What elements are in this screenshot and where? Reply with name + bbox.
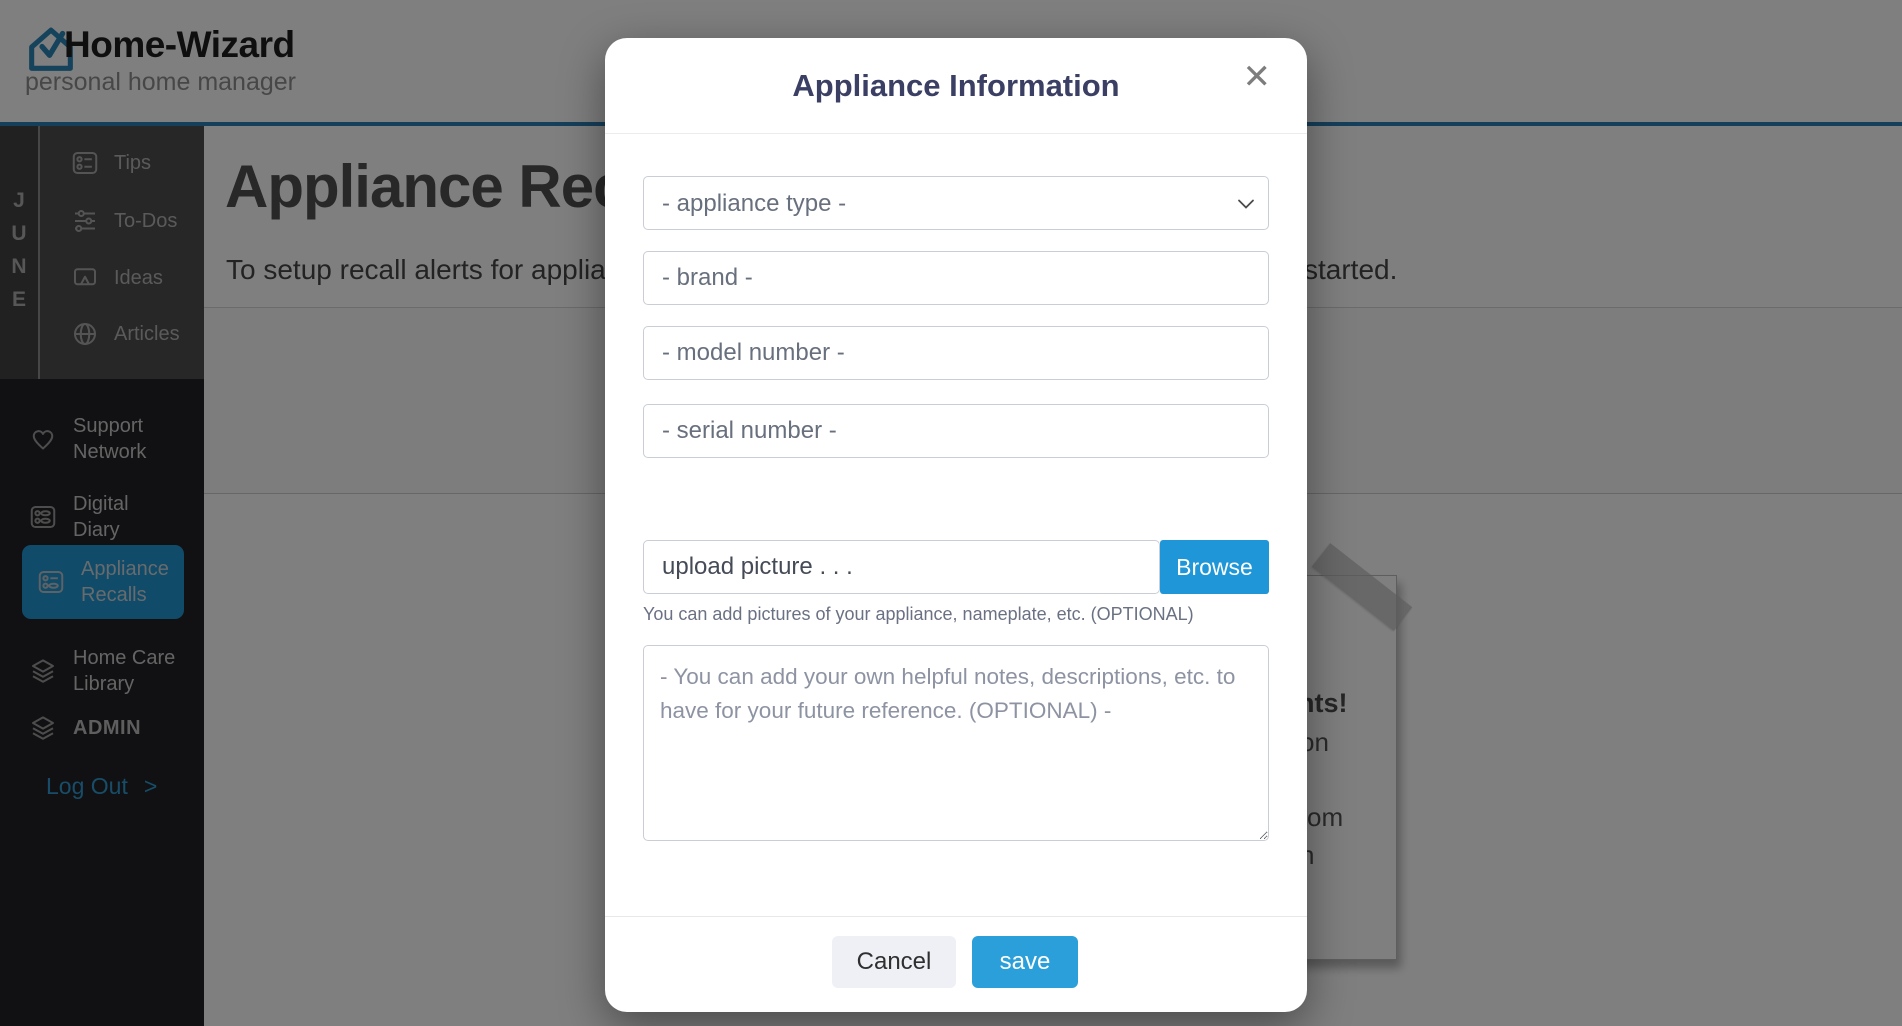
upload-picture-input[interactable]	[643, 540, 1160, 594]
modal-footer-divider	[605, 916, 1307, 917]
notes-textarea[interactable]	[643, 645, 1269, 841]
model-number-input[interactable]	[643, 326, 1269, 380]
browse-button[interactable]: Browse	[1160, 540, 1269, 594]
serial-number-input[interactable]	[643, 404, 1269, 458]
save-button[interactable]: save	[972, 936, 1078, 988]
modal-header-divider	[605, 133, 1307, 134]
appliance-type-select[interactable]: - appliance type -	[643, 176, 1269, 230]
close-icon[interactable]: ✕	[1243, 60, 1272, 94]
upload-help-text: You can add pictures of your appliance, …	[643, 604, 1194, 625]
modal-title: Appliance Information	[605, 68, 1307, 104]
appliance-information-modal: Appliance Information ✕ - appliance type…	[605, 38, 1307, 1012]
app-root: Home-Wizard personal home manager J U N …	[0, 0, 1902, 1026]
cancel-button[interactable]: Cancel	[832, 936, 956, 988]
brand-input[interactable]	[643, 251, 1269, 305]
